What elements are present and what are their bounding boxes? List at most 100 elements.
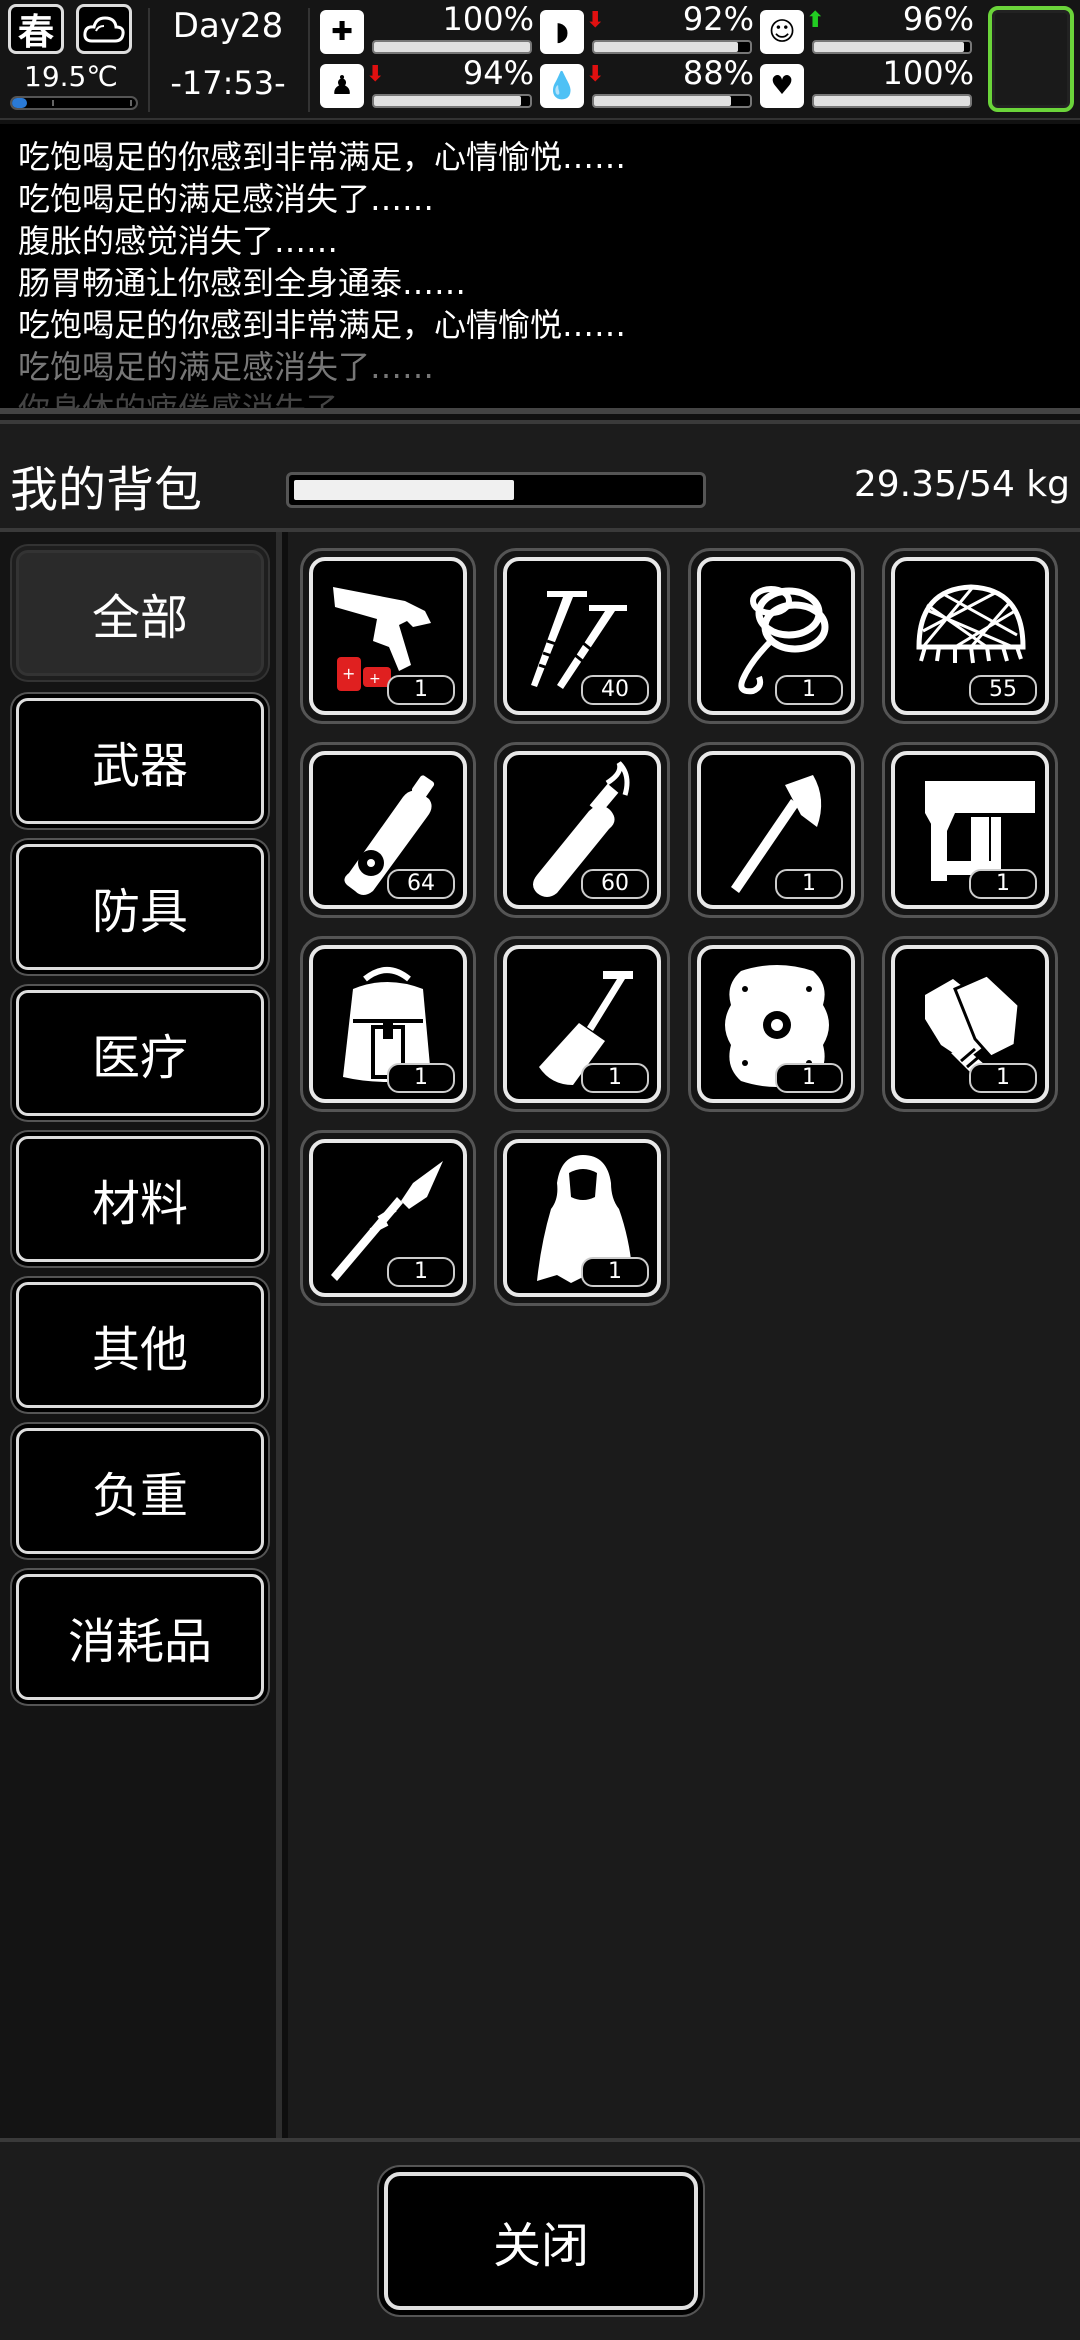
stat-health[interactable]: ✚ 100%: [320, 0, 540, 56]
stat-stamina-value: 94%: [462, 54, 534, 92]
stat-thirst-bar: [592, 94, 752, 108]
item-count: 1: [775, 1063, 843, 1093]
footer-bar: 关闭: [0, 2138, 1080, 2340]
item-count: 60: [581, 869, 649, 899]
item-slot[interactable]: 1: [882, 742, 1058, 918]
item-slot[interactable]: 1: [300, 936, 476, 1112]
weight-bar: [286, 472, 706, 508]
item-slot[interactable]: 1: [688, 936, 864, 1112]
water-drop-icon: 💧: [540, 64, 584, 108]
log-line: 腹胀的感觉消失了……: [18, 222, 339, 260]
item-count: 64: [387, 869, 455, 899]
item-count: 1: [387, 675, 455, 705]
stat-heart-bar: [812, 94, 972, 108]
stat-mood-bar: [812, 40, 972, 54]
item-slot[interactable]: 64: [300, 742, 476, 918]
arrow-down-icon: ⬇: [366, 62, 385, 87]
category-materials[interactable]: 材料: [16, 1136, 264, 1262]
cloud-icon[interactable]: [76, 4, 132, 54]
item-slot[interactable]: 1: [882, 936, 1058, 1112]
item-slot[interactable]: 1: [494, 1130, 670, 1306]
category-medical[interactable]: 医疗: [16, 990, 264, 1116]
stat-thirst-fill: [594, 96, 732, 106]
category-armor[interactable]: 防具: [16, 844, 264, 970]
log-line: 吃饱喝足的满足感消失了……: [18, 180, 435, 218]
item-count: 1: [387, 1257, 455, 1287]
log-line: 你身体的疲倦感消失了: [18, 390, 339, 414]
stat-mood-fill: [814, 42, 964, 52]
arrow-down-icon: ⬇: [586, 62, 605, 87]
item-count: 1: [581, 1257, 649, 1287]
stat-stamina-bar: [372, 94, 532, 108]
category-other[interactable]: 其他: [16, 1282, 264, 1408]
close-button[interactable]: 关闭: [384, 2172, 698, 2310]
stomach-icon: ◗: [540, 10, 584, 54]
log-line: 肠胃畅通让你感到全身通泰……: [18, 264, 467, 302]
item-count: 1: [775, 869, 843, 899]
category-all[interactable]: 全部: [16, 550, 264, 676]
stat-health-fill: [374, 42, 530, 52]
item-count: 1: [581, 1063, 649, 1093]
arrow-down-icon: ⬇: [586, 8, 605, 33]
item-count: 40: [581, 675, 649, 705]
log-line: 吃饱喝足的满足感消失了……: [18, 348, 435, 386]
stat-health-value: 100%: [442, 0, 534, 38]
item-count: 55: [969, 675, 1037, 705]
item-count: 1: [775, 675, 843, 705]
temperature-readout: 19.5℃: [24, 60, 118, 93]
day-counter: Day28: [172, 6, 284, 46]
season-badge[interactable]: 春: [8, 4, 64, 54]
svg-text:+: +: [342, 664, 355, 683]
foot-icon: ♟: [320, 64, 364, 108]
item-slot[interactable]: + + 1: [300, 548, 476, 724]
item-slot[interactable]: 1: [300, 1130, 476, 1306]
stat-health-bar: [372, 40, 532, 54]
medkit-icon: ✚: [320, 10, 364, 54]
backpack-header: 我的背包 29.35/54 kg: [0, 420, 1080, 532]
face-icon: ☺: [760, 10, 804, 54]
item-count: 1: [969, 1063, 1037, 1093]
stat-hunger-value: 92%: [682, 0, 754, 38]
item-slot[interactable]: 60: [494, 742, 670, 918]
item-slot[interactable]: 1: [494, 936, 670, 1112]
stat-mood-value: 96%: [902, 0, 974, 38]
item-count: 1: [387, 1063, 455, 1093]
category-sidebar: 全部 武器 防具 医疗 材料 其他 负重 消耗品: [0, 532, 282, 2138]
item-slot[interactable]: 40: [494, 548, 670, 724]
weight-bar-fill: [294, 480, 514, 500]
stat-stamina[interactable]: ♟ ⬇ 94%: [320, 54, 540, 110]
svg-text:+: +: [369, 671, 381, 687]
category-consumables[interactable]: 消耗品: [16, 1574, 264, 1700]
stat-mood[interactable]: ☺ ⬆ 96%: [760, 0, 980, 56]
stat-stamina-fill: [374, 96, 521, 106]
stat-hunger-bar: [592, 40, 752, 54]
weight-readout: 29.35/54 kg: [853, 464, 1070, 505]
status-bar: 春 19.5℃ Day28 -17:53- ✚ 100% ◗ ⬇ 92% ☺ ⬆…: [0, 0, 1080, 120]
message-log[interactable]: 吃饱喝足的你感到非常满足，心情愉悦…… 吃饱喝足的满足感消失了…… 腹胀的感觉消…: [0, 124, 1080, 414]
item-slot[interactable]: 1: [688, 742, 864, 918]
inventory-main: 全部 武器 防具 医疗 材料 其他 负重 消耗品 + + 1 40 1 55 6…: [0, 532, 1080, 2138]
stat-heart-value: 100%: [882, 54, 974, 92]
divider: [148, 8, 150, 112]
stat-heart[interactable]: ♥ 100%: [760, 54, 980, 110]
log-line: 吃饱喝足的你感到非常满足，心情愉悦……: [18, 138, 627, 176]
divider: [308, 8, 310, 112]
item-slot[interactable]: 1: [688, 548, 864, 724]
stat-heart-fill: [814, 96, 970, 106]
temperature-gauge-fill: [12, 98, 27, 108]
category-weapons[interactable]: 武器: [16, 698, 264, 824]
stat-thirst-value: 88%: [682, 54, 754, 92]
stat-thirst[interactable]: 💧 ⬇ 88%: [540, 54, 760, 110]
item-grid: + + 1 40 1 55 64 60 1 1 1 1 1 1 1 1: [288, 532, 1080, 2138]
page-title: 我的背包: [10, 462, 203, 518]
category-carry[interactable]: 负重: [16, 1428, 264, 1554]
item-slot[interactable]: 55: [882, 548, 1058, 724]
item-count: 1: [969, 869, 1037, 899]
temperature-gauge: [10, 96, 138, 110]
equipment-slot[interactable]: [988, 6, 1074, 112]
arrow-up-icon: ⬆: [806, 8, 825, 33]
log-line: 吃饱喝足的你感到非常满足，心情愉悦……: [18, 306, 627, 344]
stat-hunger[interactable]: ◗ ⬇ 92%: [540, 0, 760, 56]
game-clock: -17:53-: [170, 64, 286, 102]
heart-icon: ♥: [760, 64, 804, 108]
